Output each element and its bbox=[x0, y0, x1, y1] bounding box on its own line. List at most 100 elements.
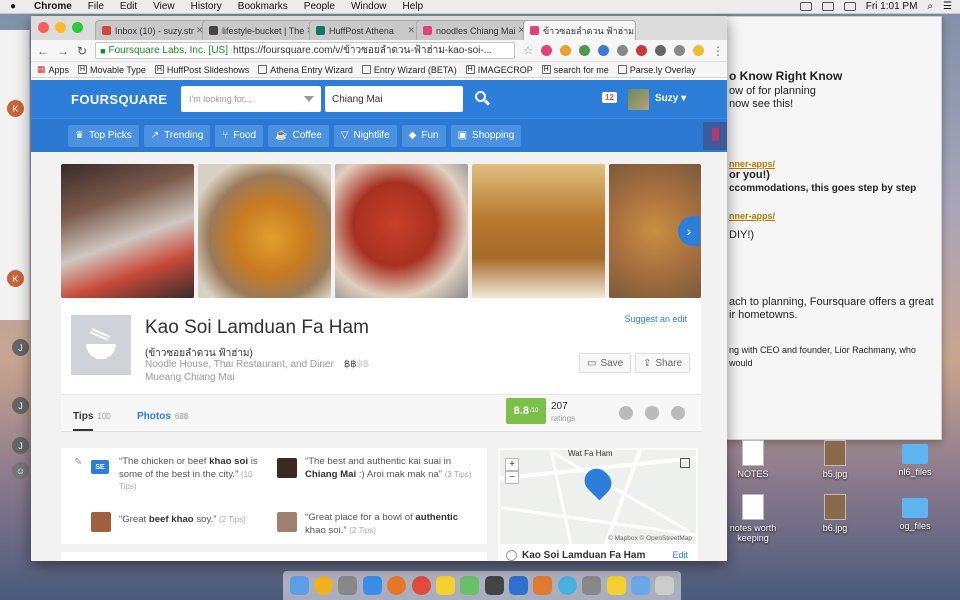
background-left-window[interactable]: K K bbox=[0, 30, 30, 320]
menu-edit[interactable]: Edit bbox=[112, 1, 145, 12]
menu-bookmarks[interactable]: Bookmarks bbox=[230, 1, 296, 12]
avatar[interactable]: K bbox=[7, 100, 24, 117]
bookmark-imagecrop[interactable]: H IMAGECROP bbox=[465, 65, 533, 75]
launchpad-icon[interactable] bbox=[338, 576, 358, 595]
tab-tips[interactable]: Tips 100 bbox=[73, 411, 111, 431]
app-icon[interactable] bbox=[582, 576, 602, 595]
menu-view[interactable]: View bbox=[145, 1, 183, 12]
extension-icon[interactable] bbox=[578, 45, 590, 56]
extension-icon[interactable] bbox=[635, 45, 647, 56]
search-icon[interactable] bbox=[475, 91, 491, 107]
app-icon[interactable] bbox=[606, 576, 626, 595]
next-photo-button[interactable]: › bbox=[678, 216, 700, 246]
menu-clock[interactable]: Fri 1:01 PM bbox=[866, 1, 918, 12]
bookmark-entry-wizard-beta[interactable]: Entry Wizard (BETA) bbox=[361, 65, 457, 75]
doc-link[interactable]: nner-apps/ bbox=[729, 159, 941, 169]
desktop-icon-nl6-files[interactable]: nl6_files bbox=[880, 440, 950, 477]
tab-huffpost-athena[interactable]: HuffPost Athena ✕ bbox=[309, 20, 422, 40]
extension-icon[interactable] bbox=[673, 45, 685, 56]
suggest-edit-link[interactable]: Suggest an edit bbox=[624, 314, 687, 324]
dropdown-caret-icon[interactable] bbox=[304, 96, 314, 102]
bookmark-apps[interactable]: ▦ Apps bbox=[37, 64, 69, 75]
forward-icon[interactable]: → bbox=[57, 44, 69, 58]
fullscreen-icon[interactable] bbox=[680, 458, 690, 468]
emoji-icon[interactable]: ☺ bbox=[12, 462, 29, 479]
user-avatar[interactable] bbox=[628, 89, 649, 110]
venue-map[interactable]: Wat Fa Ham + − © Mapbox © OpenStreetMap bbox=[500, 450, 696, 544]
category-fun[interactable]: ◆ Fun bbox=[401, 124, 446, 147]
extension-icon[interactable] bbox=[597, 45, 609, 56]
spotlight-icon[interactable]: ⌕ bbox=[927, 1, 933, 12]
bookmark-parsely-overlay[interactable]: Parse.ly Overlay bbox=[617, 65, 696, 75]
finder-icon[interactable] bbox=[289, 576, 309, 595]
siri-icon[interactable] bbox=[314, 576, 334, 595]
tip-author-avatar[interactable] bbox=[91, 512, 111, 532]
category-nightlife[interactable]: ▽ Nightlife bbox=[333, 124, 397, 147]
venue-photo[interactable] bbox=[472, 164, 605, 298]
foursquare-logo[interactable]: FOURSQUARE bbox=[71, 92, 181, 107]
tip-quote[interactable]: “Great beef khao soy.” (2 Tips) bbox=[119, 514, 269, 527]
avatar[interactable]: J bbox=[12, 397, 29, 414]
search-input[interactable]: I'm looking for... bbox=[181, 86, 321, 112]
avatar[interactable]: K bbox=[7, 270, 24, 287]
bookmark-huffpost-slideshows[interactable]: H HuffPost Slideshows bbox=[154, 65, 249, 75]
extension-icon[interactable] bbox=[692, 45, 704, 56]
menu-history[interactable]: History bbox=[183, 1, 230, 12]
category-trending[interactable]: ↗ Trending bbox=[143, 124, 211, 147]
desktop-icon-notes-worth-keeping[interactable]: notes worth keeping bbox=[718, 494, 788, 543]
trash-icon[interactable] bbox=[655, 576, 675, 595]
share-button[interactable]: ⇪ Share bbox=[635, 353, 691, 373]
app-icon[interactable] bbox=[460, 576, 480, 595]
save-button[interactable]: ▭ Save bbox=[579, 353, 632, 373]
zoom-window-button[interactable] bbox=[72, 22, 83, 33]
avatar[interactable]: J bbox=[12, 339, 29, 356]
menu-app-name[interactable]: Chrome bbox=[26, 1, 80, 12]
venue-photo[interactable] bbox=[335, 164, 468, 298]
tip-author-avatar[interactable] bbox=[277, 458, 297, 478]
venue-photo[interactable] bbox=[198, 164, 331, 298]
category-food[interactable]: ⑂ Food bbox=[215, 124, 264, 147]
tab-photos[interactable]: Photos 688 bbox=[137, 411, 188, 422]
extension-icon[interactable] bbox=[616, 45, 628, 56]
bookmark-search-for-me[interactable]: Hsearch for me bbox=[541, 65, 609, 75]
avatar[interactable]: J bbox=[12, 437, 29, 454]
star-icon[interactable]: ☆ bbox=[523, 44, 533, 57]
notifications-badge[interactable]: 12 bbox=[602, 92, 617, 103]
apple-icon[interactable]: ● bbox=[0, 1, 26, 12]
settings-icon[interactable] bbox=[484, 576, 504, 595]
saved-lists-tab[interactable] bbox=[703, 122, 727, 150]
url-text[interactable]: https://foursquare.com/v/ข้าวซอยลำดวน-ฟ้… bbox=[233, 43, 492, 58]
user-menu[interactable]: Suzy ▾ bbox=[655, 93, 686, 104]
tip-quote[interactable]: “The chicken or beef khao soi is some of… bbox=[119, 456, 261, 494]
safari-icon[interactable] bbox=[362, 576, 382, 595]
tip-author-avatar[interactable] bbox=[277, 512, 297, 532]
app-icon[interactable] bbox=[435, 576, 455, 595]
address-bar[interactable]: ■ Foursquare Labs, Inc. [US] https://fou… bbox=[95, 42, 516, 59]
menu-file[interactable]: File bbox=[80, 1, 112, 12]
tab-kao-soi[interactable]: ข้าวซอยลำดวน ฟ้าฮ่าม✕ bbox=[523, 20, 636, 40]
map-attribution[interactable]: © Mapbox © OpenStreetMap bbox=[608, 535, 692, 542]
pinterest-extension-icon[interactable] bbox=[540, 45, 552, 56]
reload-icon[interactable]: ↻ bbox=[77, 44, 87, 58]
zoom-in-button[interactable]: + bbox=[505, 458, 519, 471]
minimize-window-button[interactable] bbox=[55, 22, 66, 33]
firefox-icon[interactable] bbox=[387, 576, 407, 595]
tip-quote[interactable]: “Great place for a bowl of authentic kha… bbox=[305, 512, 477, 537]
tip-author-avatar[interactable]: SE bbox=[91, 460, 109, 474]
app-icon[interactable] bbox=[509, 576, 529, 595]
menu-icon[interactable]: ⋮ bbox=[712, 44, 724, 58]
tab-inbox[interactable]: Inbox (10) - suzy.str ✕ bbox=[95, 20, 208, 40]
category-coffee[interactable]: ☕ Coffee bbox=[268, 124, 329, 147]
background-document-window[interactable]: o Know Right Know ow of for planning now… bbox=[720, 16, 942, 440]
cloud-icon[interactable] bbox=[799, 2, 812, 11]
doc-link[interactable]: nner-apps/ bbox=[729, 211, 941, 221]
chrome-icon[interactable] bbox=[411, 576, 431, 595]
bookmark-athena-entry-wizard[interactable]: Athena Entry Wizard bbox=[258, 65, 353, 75]
wifi-icon[interactable] bbox=[821, 2, 834, 11]
map-edit-link[interactable]: Edit bbox=[672, 550, 688, 560]
menu-people[interactable]: People bbox=[296, 1, 343, 12]
location-input[interactable]: Chiang Mai bbox=[325, 86, 463, 112]
notification-center-icon[interactable]: ☰ bbox=[943, 1, 952, 12]
okay-face-icon[interactable] bbox=[645, 406, 659, 420]
venue-location[interactable]: Mueang Chiang Mai bbox=[145, 372, 235, 383]
